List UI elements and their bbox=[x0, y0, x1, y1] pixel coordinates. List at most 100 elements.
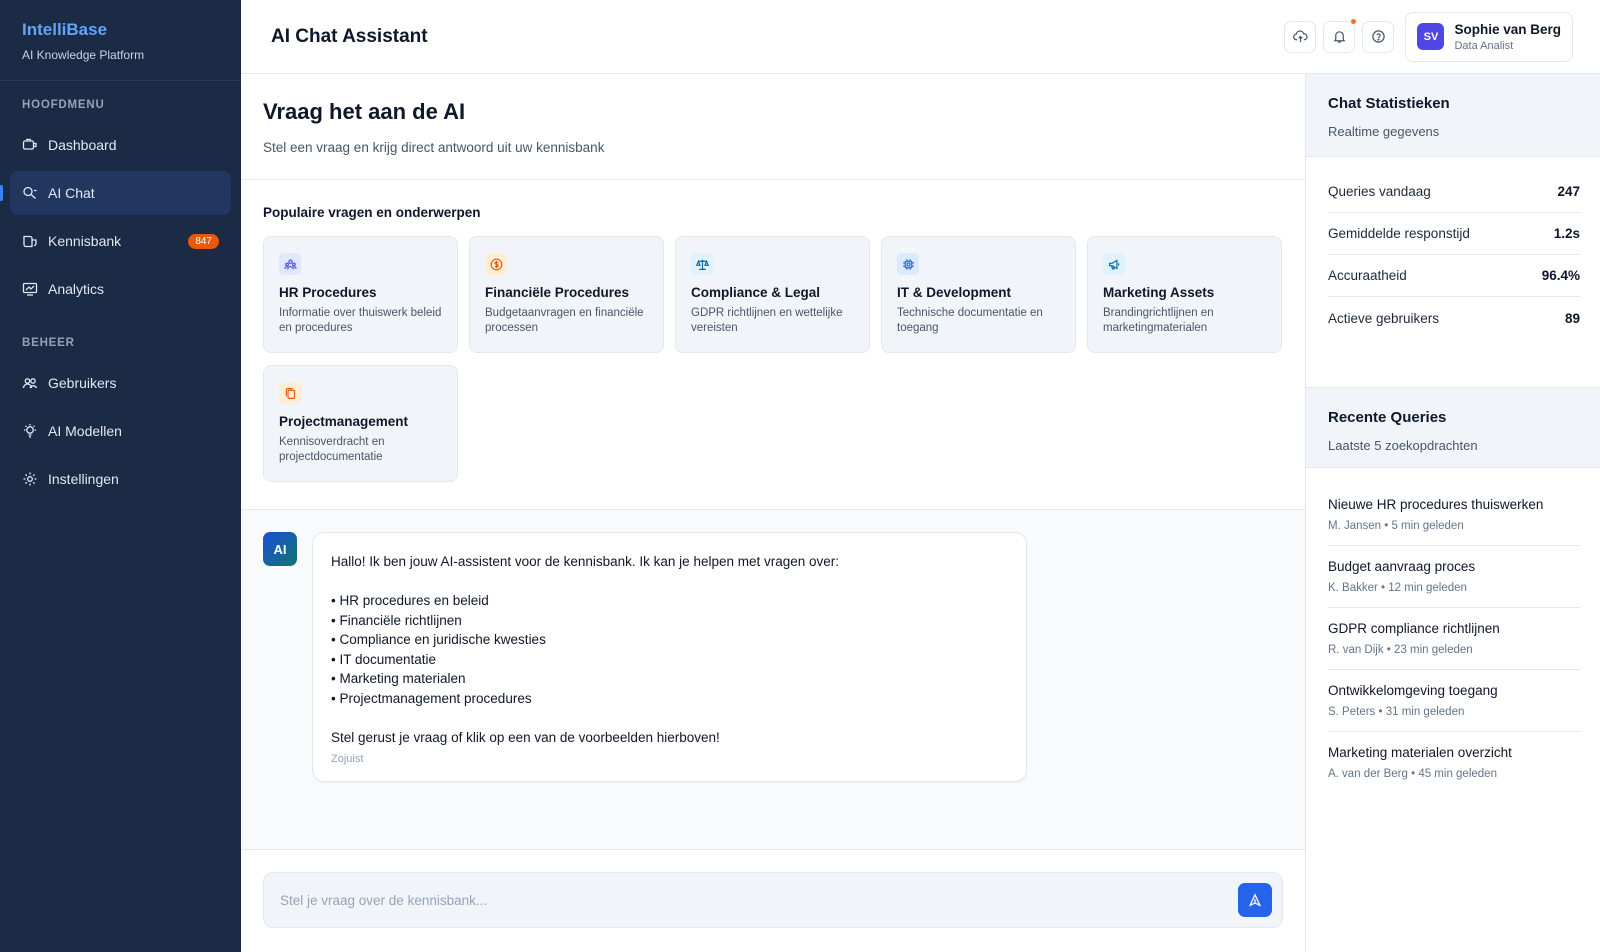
hero-title: Vraag het aan de AI bbox=[263, 99, 466, 124]
sidebar-item-label: Dashboard bbox=[48, 137, 117, 153]
sidebar-item-gebruikers[interactable]: Gebruikers bbox=[10, 361, 231, 405]
people-icon bbox=[279, 253, 301, 275]
message-outro: Stel gerust je vraag of klik op een van … bbox=[331, 729, 720, 745]
chat-column: Vraag het aan de AI Stel een vraag en kr… bbox=[241, 74, 1306, 952]
stat-row: Gemiddelde responstijd 1.2s bbox=[1328, 213, 1580, 255]
recent-query-title: Marketing materialen overzicht bbox=[1328, 745, 1512, 760]
topic-card-finance[interactable]: Financiële Procedures Budgetaanvragen en… bbox=[469, 236, 664, 353]
sidebar-item-label: Analytics bbox=[48, 281, 105, 297]
recent-query-item[interactable]: Budget aanvraag proces K. Bakker • 12 mi… bbox=[1328, 546, 1580, 608]
hero-subtitle: Stel een vraag en krijg direct antwoord … bbox=[263, 140, 605, 155]
recent-query-meta: K. Bakker • 12 min geleden bbox=[1328, 582, 1467, 594]
topic-card-title: Projectmanagement bbox=[279, 414, 409, 429]
message-bullet: • Compliance en juridische kwesties bbox=[331, 632, 546, 647]
top-actions: SV Sophie van Berg Data Analist bbox=[1284, 11, 1573, 62]
page-title: AI Chat Assistant bbox=[271, 25, 428, 47]
stat-label: Gemiddelde responstijd bbox=[1328, 226, 1470, 241]
right-panel: Chat Statistieken Realtime gegevens Quer… bbox=[1306, 74, 1600, 952]
bulb-icon bbox=[22, 423, 38, 439]
bell-icon bbox=[1333, 31, 1346, 43]
hero: Vraag het aan de AI Stel een vraag en kr… bbox=[241, 74, 1305, 180]
send-icon bbox=[1248, 893, 1262, 907]
main-area: AI Chat Assistant SV Sophie van Berg Dat… bbox=[241, 0, 1600, 952]
upload-button[interactable] bbox=[1284, 20, 1317, 53]
message-bullet: • Marketing materialen bbox=[331, 671, 466, 686]
stat-label: Queries vandaag bbox=[1328, 184, 1431, 199]
topic-card-it[interactable]: IT & Development Technische documentatie… bbox=[881, 236, 1076, 353]
recent-query-meta: M. Jansen • 5 min geleden bbox=[1328, 520, 1464, 532]
stats-header: Chat Statistieken Realtime gegevens bbox=[1306, 74, 1600, 157]
stat-value: 247 bbox=[1557, 184, 1580, 199]
chat-icon bbox=[22, 185, 38, 201]
topic-card-title: Marketing Assets bbox=[1103, 285, 1215, 300]
topic-card-desc: Kennisoverdracht en projectdocumentatie bbox=[279, 436, 385, 463]
topic-card-projectmanagement[interactable]: Projectmanagement Kennisoverdracht en pr… bbox=[263, 365, 458, 482]
sidebar-item-dashboard[interactable]: Dashboard bbox=[10, 123, 231, 167]
topic-card-title: HR Procedures bbox=[279, 285, 377, 300]
sidebar-item-kennisbank[interactable]: Kennisbank 847 bbox=[10, 219, 231, 263]
recent-title: Recente Queries bbox=[1328, 409, 1447, 426]
chip-icon bbox=[897, 253, 919, 275]
topic-card-desc: GDPR richtlijnen en wettelijke vereisten bbox=[691, 307, 843, 334]
ai-message: Hallo! Ik ben jouw AI-assistent voor de … bbox=[312, 532, 1027, 782]
scales-icon bbox=[691, 253, 713, 275]
recent-query-item[interactable]: Nieuwe HR procedures thuiswerken M. Jans… bbox=[1328, 484, 1580, 546]
brand-name[interactable]: IntelliBase bbox=[22, 20, 219, 40]
help-button[interactable] bbox=[1362, 20, 1395, 53]
recent-query-meta: R. van Dijk • 23 min geleden bbox=[1328, 644, 1473, 656]
recent-query-item[interactable]: Ontwikkelomgeving toegang S. Peters • 31… bbox=[1328, 670, 1580, 732]
recent-header: Recente Queries Laatste 5 zoekopdrachten bbox=[1306, 388, 1600, 468]
stat-label: Accuraatheid bbox=[1328, 268, 1407, 283]
stats-title: Chat Statistieken bbox=[1328, 95, 1450, 112]
stat-value: 89 bbox=[1564, 310, 1580, 326]
recent-query-title: Budget aanvraag proces bbox=[1328, 559, 1476, 574]
chat-messages: AI Hallo! Ik ben jouw AI-assistent voor … bbox=[241, 510, 1305, 850]
chat-input[interactable] bbox=[264, 873, 1238, 927]
stat-row: Actieve gebruikers 89 bbox=[1328, 297, 1580, 339]
ai-avatar: AI bbox=[263, 532, 297, 566]
notifications-button[interactable] bbox=[1323, 18, 1357, 53]
sidebar-item-label: Kennisbank bbox=[48, 233, 122, 249]
topics-title: Populaire vragen en onderwerpen bbox=[263, 205, 481, 220]
content: Vraag het aan de AI Stel een vraag en kr… bbox=[241, 74, 1600, 952]
topic-card-compliance[interactable]: Compliance & Legal GDPR richtlijnen en w… bbox=[675, 236, 870, 353]
topic-cards: HR Procedures Informatie over thuiswerk … bbox=[263, 236, 1283, 482]
notification-dot bbox=[1351, 18, 1357, 24]
stat-row: Accuraatheid 96.4% bbox=[1328, 255, 1580, 297]
stat-row: Queries vandaag 247 bbox=[1328, 171, 1580, 213]
brand-subtitle: AI Knowledge Platform bbox=[22, 48, 145, 62]
message-intro: Hallo! Ik ben jouw AI-assistent voor de … bbox=[331, 554, 840, 569]
sidebar-item-ai-modellen[interactable]: AI Modellen bbox=[10, 409, 231, 453]
stat-label: Actieve gebruikers bbox=[1328, 310, 1440, 326]
sidebar-item-ai-chat[interactable]: AI Chat bbox=[0, 171, 231, 215]
topic-card-desc: Technische documentatie en toegang bbox=[897, 307, 1043, 334]
recent-queries-list: Nieuwe HR procedures thuiswerken M. Jans… bbox=[1306, 468, 1600, 794]
composer bbox=[241, 850, 1305, 952]
help-icon bbox=[1372, 30, 1385, 43]
chart-icon bbox=[22, 281, 38, 297]
recent-query-title: GDPR compliance richtlijnen bbox=[1328, 621, 1500, 636]
count-badge: 847 bbox=[188, 233, 219, 249]
recent-query-item[interactable]: GDPR compliance richtlijnen R. van Dijk … bbox=[1328, 608, 1580, 670]
topic-card-hr[interactable]: HR Procedures Informatie over thuiswerk … bbox=[263, 236, 458, 353]
sidebar-item-analytics[interactable]: Analytics bbox=[10, 267, 231, 311]
topic-card-marketing[interactable]: Marketing Assets Brandingrichtlijnen en … bbox=[1087, 236, 1282, 353]
recent-query-title: Nieuwe HR procedures thuiswerken bbox=[1328, 497, 1544, 512]
message-bullet: • Financiële richtlijnen bbox=[331, 612, 462, 628]
sidebar-item-instellingen[interactable]: Instellingen bbox=[10, 457, 231, 501]
topic-card-title: Compliance & Legal bbox=[691, 285, 821, 300]
sidebar-item-label: AI Modellen bbox=[48, 423, 122, 439]
stats-subtitle: Realtime gegevens bbox=[1328, 124, 1440, 139]
message-timestamp: Zojuist bbox=[331, 753, 364, 765]
sidebar-item-label: Instellingen bbox=[48, 471, 119, 487]
megaphone-icon bbox=[1103, 253, 1125, 275]
recent-query-meta: A. van der Berg • 45 min geleden bbox=[1328, 768, 1497, 780]
topics-section: Populaire vragen en onderwerpen HR Proce… bbox=[241, 180, 1305, 510]
user-name: Sophie van Berg bbox=[1454, 21, 1561, 37]
send-button[interactable] bbox=[1238, 883, 1272, 917]
user-menu[interactable]: SV Sophie van Berg Data Analist bbox=[1405, 11, 1573, 62]
gear-icon bbox=[22, 471, 38, 487]
recent-query-item[interactable]: Marketing materialen overzicht A. van de… bbox=[1328, 732, 1580, 794]
users-icon bbox=[22, 375, 38, 391]
copy-icon bbox=[279, 382, 301, 404]
